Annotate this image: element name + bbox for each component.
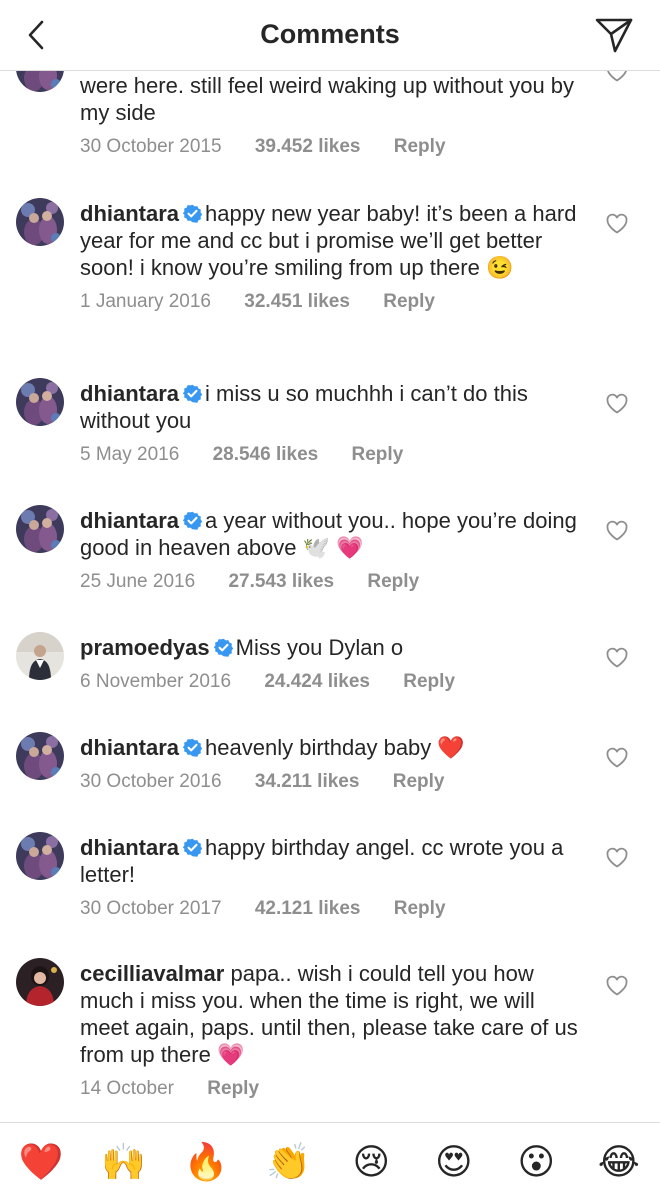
comment-text: heavenly birthday baby ❤️ — [205, 735, 465, 760]
paper-plane-icon[interactable] — [594, 16, 634, 54]
comment-date: 1 January 2016 — [80, 291, 211, 312]
comment-username[interactable]: dhiantara — [80, 835, 179, 860]
comment-date: 30 October 2016 — [80, 771, 222, 792]
comment-username[interactable]: dhiantara — [80, 381, 179, 406]
comment-date: 6 November 2016 — [80, 671, 232, 692]
comment-username[interactable]: dhiantara — [80, 201, 179, 226]
avatar[interactable] — [16, 732, 64, 780]
comment-likes[interactable]: 39.452 likes — [255, 136, 361, 158]
header-bar: Comments — [0, 0, 660, 71]
comment-text: Miss you Dylan o — [235, 635, 404, 660]
verified-badge-icon — [183, 511, 202, 530]
emoji-raising-hands[interactable]: 🙌 — [94, 1132, 154, 1192]
verified-badge-icon — [214, 638, 233, 657]
heart-icon[interactable] — [605, 519, 629, 541]
comment-likes[interactable]: 42.121 likes — [255, 898, 361, 920]
comment-username[interactable]: dhiantara — [80, 735, 179, 760]
comment-username[interactable]: dhiantara — [80, 508, 179, 533]
comment-username[interactable]: pramoedyas — [80, 635, 210, 660]
comment-date: 30 October 2015 — [80, 136, 222, 157]
avatar[interactable] — [16, 505, 64, 553]
avatar[interactable] — [16, 958, 64, 1006]
comment-likes[interactable]: 24.424 likes — [264, 671, 370, 693]
emoji-red-heart[interactable]: ❤️ — [11, 1132, 71, 1192]
heart-icon[interactable] — [605, 212, 629, 234]
avatar[interactable] — [16, 632, 64, 680]
reply-button[interactable]: Reply — [394, 898, 446, 920]
page-title: Comments — [260, 19, 400, 49]
heart-icon[interactable] — [605, 846, 629, 868]
reply-button[interactable]: Reply — [207, 1078, 259, 1100]
emoji-heart-eyes[interactable]: 😍 — [424, 1132, 484, 1192]
reply-button[interactable]: Reply — [394, 136, 446, 158]
emoji-surprised-face[interactable]: 😮 — [506, 1132, 566, 1192]
reply-button[interactable]: Reply — [367, 571, 419, 593]
emoji-reaction-bar: ❤️ 🙌 🔥 👏 😢 😍 😮 😂 — [0, 1122, 660, 1201]
reply-button[interactable]: Reply — [352, 444, 404, 466]
reply-button[interactable]: Reply — [403, 671, 455, 693]
verified-badge-icon — [183, 738, 202, 757]
comment-username[interactable]: cecilliavalmar — [80, 961, 224, 986]
verified-badge-icon — [183, 204, 202, 223]
comment-date: 25 June 2016 — [80, 571, 196, 592]
reply-button[interactable]: Reply — [383, 291, 435, 313]
heart-icon[interactable] — [605, 646, 629, 668]
verified-badge-icon — [183, 384, 202, 403]
comment-likes[interactable]: 27.543 likes — [228, 571, 334, 593]
avatar[interactable] — [16, 832, 64, 880]
heart-icon[interactable] — [605, 392, 629, 414]
emoji-crying-face[interactable]: 😢 — [341, 1132, 401, 1192]
reply-button[interactable]: Reply — [393, 771, 445, 793]
emoji-fire[interactable]: 🔥 — [176, 1132, 236, 1192]
comment-likes[interactable]: 28.546 likes — [213, 444, 319, 466]
comment-date: 30 October 2017 — [80, 898, 222, 919]
emoji-clapping-hands[interactable]: 👏 — [259, 1132, 319, 1192]
comments-list[interactable]: were here. still feel weird waking up wi… — [0, 0, 660, 1120]
heart-icon[interactable] — [605, 746, 629, 768]
comment-date: 14 October — [80, 1078, 174, 1099]
heart-icon[interactable] — [605, 974, 629, 996]
avatar[interactable] — [16, 378, 64, 426]
avatar[interactable] — [16, 198, 64, 246]
comment-likes[interactable]: 34.211 likes — [255, 771, 360, 793]
emoji-tears-of-joy[interactable]: 😂 — [589, 1132, 649, 1192]
verified-badge-icon — [183, 838, 202, 857]
comment-text: were here. still feel weird waking up wi… — [80, 73, 575, 125]
comment-date: 5 May 2016 — [80, 444, 180, 465]
comment-likes[interactable]: 32.451 likes — [244, 291, 350, 313]
